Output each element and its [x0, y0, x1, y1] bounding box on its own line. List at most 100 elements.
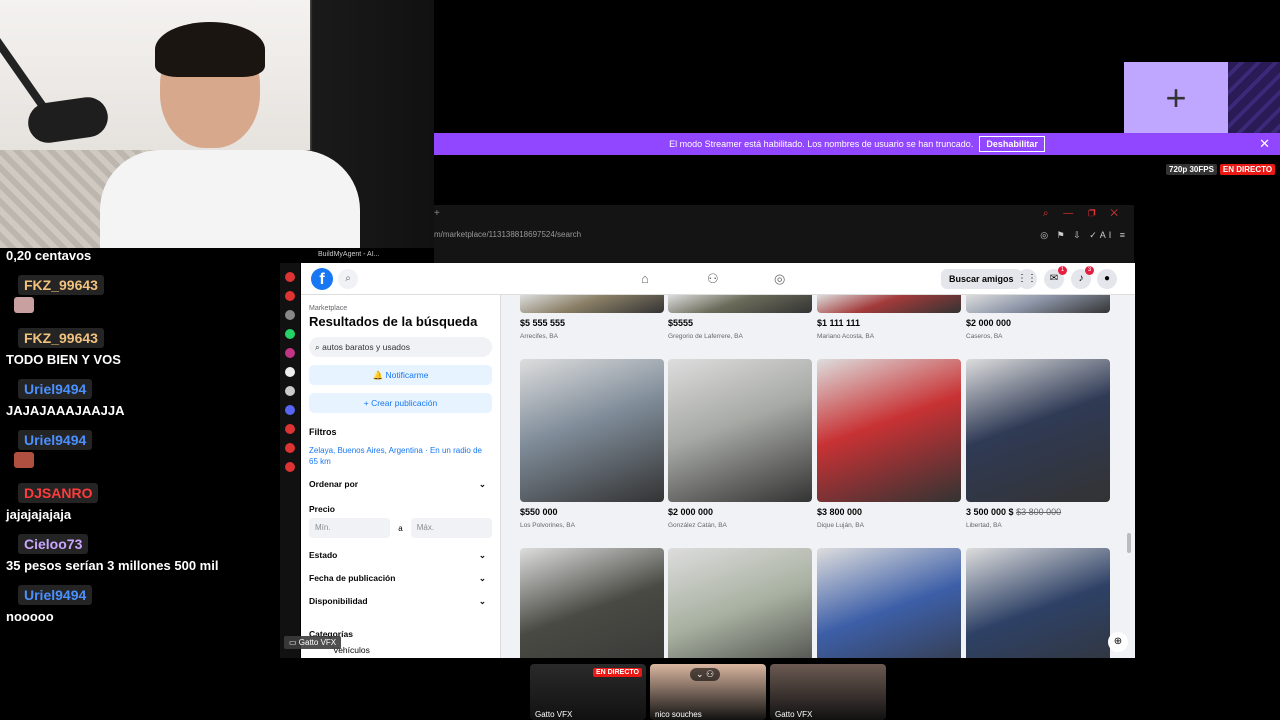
listing-card[interactable]: 3 500 000 $ $3 800 000 Libertad, BA — [966, 359, 1110, 529]
location-filter[interactable]: Zelaya, Buenos Aires, Argentina · En un … — [309, 445, 492, 467]
marketplace-search-input[interactable]: ⌕ autos baratos y usados — [309, 337, 492, 357]
listing-photo[interactable] — [668, 359, 812, 502]
stream-thumbnail[interactable]: Gatto VFX — [770, 664, 886, 720]
price-label: Precio — [309, 504, 492, 514]
price-max-input[interactable]: Máx. — [410, 518, 492, 538]
search-icon[interactable]: ⌕ — [338, 269, 358, 289]
scrollbar[interactable] — [1127, 533, 1131, 553]
stream-thumbnail[interactable]: EN DIRECTO Gatto VFX — [530, 664, 646, 720]
stream-quality: 720p 30FPS EN DIRECTO — [1166, 164, 1276, 175]
listing-card[interactable]: $3 800 000 Dique Luján, BA — [817, 359, 961, 529]
whatsapp-icon[interactable] — [285, 329, 295, 339]
listing-card[interactable] — [966, 548, 1110, 658]
listing-price: $1 111 111 — [817, 318, 961, 328]
facebook-logo-icon[interactable]: f — [311, 268, 333, 290]
chat-username[interactable]: FKZ_99643 — [18, 275, 104, 295]
date-dropdown[interactable]: Fecha de publicación ⌄ — [309, 573, 492, 584]
home-icon[interactable]: ⌂ — [641, 271, 649, 286]
messenger-icon[interactable]: ✉ 1 — [1044, 266, 1067, 289]
condition-dropdown[interactable]: Estado ⌄ — [309, 550, 492, 561]
listing-photo[interactable] — [817, 548, 961, 658]
window-controls[interactable]: ⌕ — ❐ ✕ — [1043, 208, 1124, 219]
availability-dropdown[interactable]: Disponibilidad ⌄ — [309, 596, 492, 607]
thumbnail-label: Gatto VFX — [775, 710, 813, 719]
listing-card[interactable] — [817, 548, 961, 658]
listing-card[interactable]: $2 000 000 Caseros, BA — [966, 295, 1110, 340]
sort-dropdown[interactable]: Ordenar por ⌄ — [309, 479, 492, 490]
chevron-down-icon: ⌄ — [478, 550, 486, 560]
filters-heading: Filtros — [309, 427, 337, 437]
listing-price: $550 000 — [520, 507, 664, 517]
chat-username[interactable]: Uriel9494 — [18, 379, 93, 399]
stream-thumbnail[interactable]: ⌄ ⚇ nico souches — [650, 664, 766, 720]
listing-photo[interactable] — [668, 295, 812, 313]
listing-card[interactable]: $5 555 555 Arrecifes, BA — [520, 295, 664, 340]
app-icon[interactable] — [285, 291, 295, 301]
webcam-feed — [0, 0, 434, 248]
zoom-icon[interactable]: ⊕ — [1108, 632, 1128, 652]
listing-card[interactable]: $550 000 Los Polvorines, BA — [520, 359, 664, 529]
address-bar[interactable]: m/marketplace/113138818697524/search — [434, 230, 581, 239]
listing-price-value: $5555 — [668, 318, 694, 328]
listing-price-value: $3 800 000 — [817, 507, 863, 517]
listing-photo[interactable] — [817, 295, 961, 313]
create-listing-button[interactable]: + Crear publicación — [309, 393, 492, 413]
listing-price-value: $550 000 — [520, 507, 558, 517]
listing-photo[interactable] — [520, 295, 664, 313]
listing-card[interactable] — [668, 548, 812, 658]
source-tag-label: Gatto VFX — [298, 638, 337, 647]
friends-icon[interactable]: ⚇ — [707, 271, 719, 287]
listing-location: Los Polvorines, BA — [520, 522, 575, 529]
listing-card[interactable]: $2 000 000 González Catán, BA — [668, 359, 812, 529]
chat-username[interactable]: Uriel9494 — [18, 585, 93, 605]
settings-icon[interactable] — [285, 462, 295, 472]
notifications-icon[interactable]: ♪ 3 — [1071, 266, 1094, 289]
listing-old-price: $3 800 000 — [1016, 507, 1062, 517]
chat-username[interactable]: FKZ_99643 — [18, 328, 104, 348]
listing-card[interactable] — [520, 548, 664, 658]
listing-price: $5555 — [668, 318, 812, 328]
chat-username[interactable]: Uriel9494 — [18, 430, 93, 450]
chat-line — [0, 452, 280, 477]
thumbnail-controls-icon[interactable]: ⌄ ⚇ — [690, 668, 721, 681]
listing-card[interactable]: $5555 Gregorio de Laferrere, BA — [668, 295, 812, 340]
app-icon[interactable] — [285, 424, 295, 434]
listing-photo[interactable] — [520, 548, 664, 658]
add-scene-button[interactable]: + — [1124, 62, 1228, 133]
listing-photo[interactable] — [817, 359, 961, 502]
notify-button[interactable]: 🔔 Notificarme — [309, 365, 492, 385]
listing-photo[interactable] — [668, 548, 812, 658]
browser-tab[interactable]: BuildMyAgent - AI... — [300, 248, 500, 264]
chat-line: FKZ_99643 — [0, 269, 280, 297]
disable-streamer-button[interactable]: Deshabilitar — [979, 136, 1045, 152]
app-icon[interactable] — [285, 443, 295, 453]
listing-price-value: 3 500 000 $ — [966, 507, 1014, 517]
discord-icon[interactable] — [285, 405, 295, 415]
listing-photo[interactable] — [966, 295, 1110, 313]
chat-username[interactable]: DJSANRO — [18, 483, 99, 503]
listing-photo[interactable] — [520, 359, 664, 502]
tiktok-icon[interactable] — [285, 367, 295, 377]
app-icon[interactable] — [285, 272, 295, 282]
close-icon[interactable]: ✕ — [1259, 136, 1270, 152]
listing-card[interactable]: $1 111 111 Mariano Acosta, BA — [817, 295, 961, 340]
x-icon[interactable] — [285, 386, 295, 396]
chevron-down-icon: ⌄ — [478, 479, 486, 489]
instagram-icon[interactable] — [285, 348, 295, 358]
groups-icon[interactable]: ◎ — [774, 271, 785, 287]
listing-photo[interactable] — [966, 359, 1110, 502]
chat-message: 35 pesos serían 3 millones 500 mil — [6, 558, 219, 573]
price-range: Mín. a Máx. — [309, 518, 492, 538]
new-tab-icon[interactable]: + — [434, 208, 440, 219]
app-icon[interactable] — [285, 310, 295, 320]
browser-toolbar-icons[interactable]: ◎ ⚑ ⇩ ✓AI ≡ — [1040, 230, 1128, 241]
price-min-input[interactable]: Mín. — [309, 518, 391, 538]
listing-photo[interactable] — [966, 548, 1110, 658]
listing-price-value: $2 000 000 — [668, 507, 714, 517]
tab-title: BuildMyAgent - AI... — [318, 251, 380, 258]
profile-avatar[interactable]: ● — [1097, 269, 1117, 289]
chat-username[interactable]: Cieloo73 — [18, 534, 89, 554]
menu-grid-icon[interactable]: ⋮⋮ — [1017, 269, 1037, 289]
chat-message: 0,20 centavos — [6, 248, 92, 263]
find-friends-button[interactable]: Buscar amigos — [941, 269, 1022, 289]
